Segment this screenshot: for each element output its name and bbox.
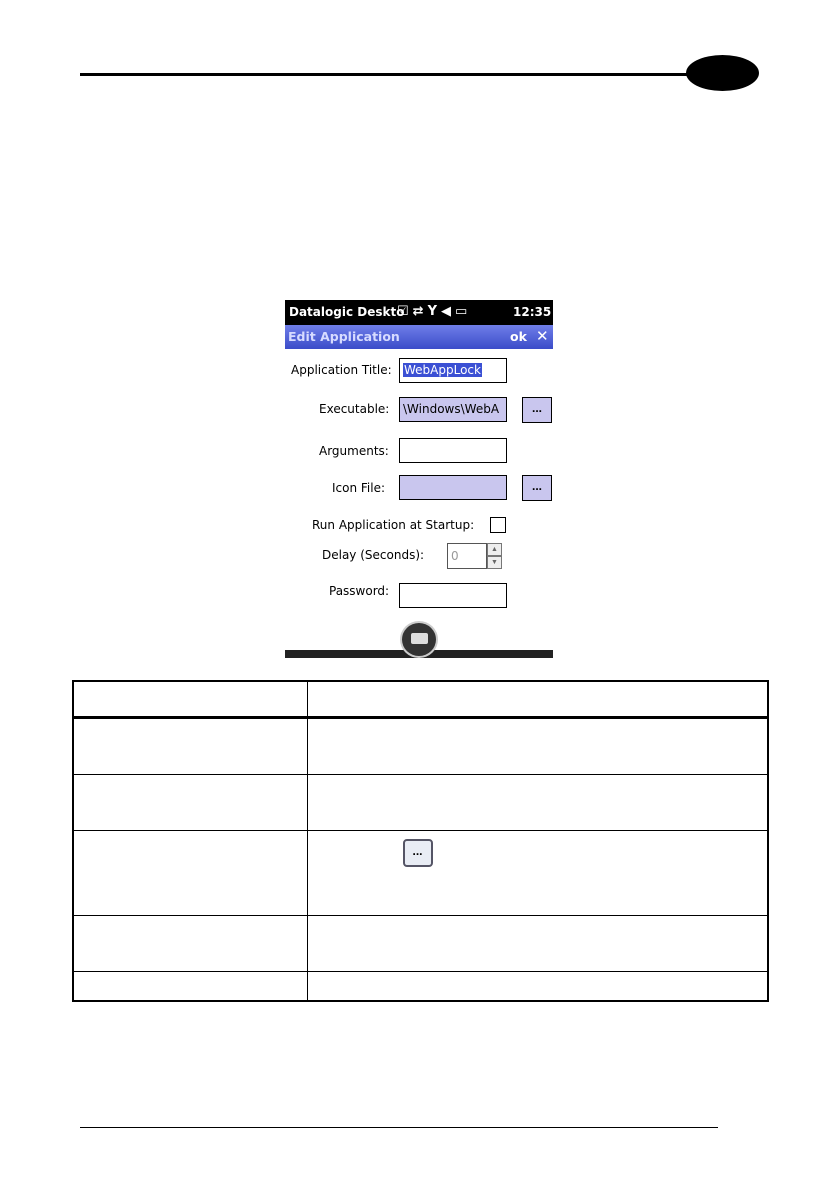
keyboard-button[interactable] [400, 621, 438, 658]
ok-button[interactable]: ok [510, 329, 527, 344]
table-cell [306, 914, 769, 972]
table-cell [72, 914, 308, 972]
footer-rule [80, 1127, 718, 1128]
close-icon[interactable]: ✕ [536, 327, 549, 345]
application-title-label: Application Title: [291, 363, 392, 377]
table-cell [306, 970, 769, 1002]
executable-label: Executable: [319, 402, 390, 416]
table-cell [72, 773, 308, 831]
table-row [72, 970, 769, 1002]
table-header-cell [306, 680, 769, 719]
table-cell [306, 716, 769, 775]
status-icons: ☑⇄Y◀▭ [397, 304, 471, 319]
chapter-tab-badge [686, 55, 759, 91]
mute-icon: ◀ [440, 304, 455, 319]
arguments-input[interactable] [399, 438, 507, 463]
delay-up-arrow-icon[interactable]: ▲ [487, 543, 502, 556]
status-bar: Datalogic Deskto ☑⇄Y◀▭ 12:35 [285, 300, 553, 325]
table-row [72, 716, 769, 775]
run-at-startup-label: Run Application at Startup: [312, 518, 475, 532]
application-title-input[interactable]: WebAppLock [399, 358, 507, 383]
keyboard-icon [411, 633, 428, 644]
table-row [72, 773, 769, 831]
table-cell: ... [306, 829, 769, 916]
application-title-value: WebAppLock [403, 363, 482, 377]
browse-button-illustration: ... [402, 838, 433, 867]
table-cell [72, 829, 308, 916]
table-row [72, 914, 769, 972]
no-signal-icon: Y [427, 304, 441, 319]
status-app-name: Datalogic Deskto [289, 305, 405, 319]
password-input[interactable] [399, 583, 507, 608]
table-header-row [72, 680, 769, 719]
executable-browse-button[interactable]: ... [522, 397, 552, 423]
delay-down-arrow-icon[interactable]: ▼ [487, 556, 502, 569]
table-cell [72, 716, 308, 775]
sync-icon: ⇄ [412, 304, 428, 319]
table-row: ... [72, 829, 769, 916]
checkbox-icon: ☑ [397, 304, 413, 319]
title-bar: Edit Application ok ✕ [285, 325, 553, 349]
battery-icon: ▭ [454, 304, 472, 319]
delay-label: Delay (Seconds): [322, 548, 425, 562]
description-table: ... [72, 680, 769, 1002]
table-cell [306, 773, 769, 831]
icon-file-browse-button[interactable]: ... [522, 475, 552, 501]
header-rule [80, 73, 710, 76]
device-screenshot: Datalogic Deskto ☑⇄Y◀▭ 12:35 Edit Applic… [285, 300, 553, 658]
executable-input[interactable]: \Windows\WebA [399, 397, 507, 422]
run-at-startup-checkbox[interactable] [490, 517, 506, 533]
icon-file-input[interactable] [399, 475, 507, 500]
status-time: 12:35 [513, 305, 552, 319]
icon-file-label: Icon File: [332, 481, 386, 495]
table-header-cell [72, 680, 308, 719]
window-title: Edit Application [288, 329, 400, 344]
password-label: Password: [329, 584, 390, 598]
arguments-label: Arguments: [319, 444, 389, 458]
delay-input[interactable]: 0 [447, 543, 487, 569]
table-cell [72, 970, 308, 1002]
